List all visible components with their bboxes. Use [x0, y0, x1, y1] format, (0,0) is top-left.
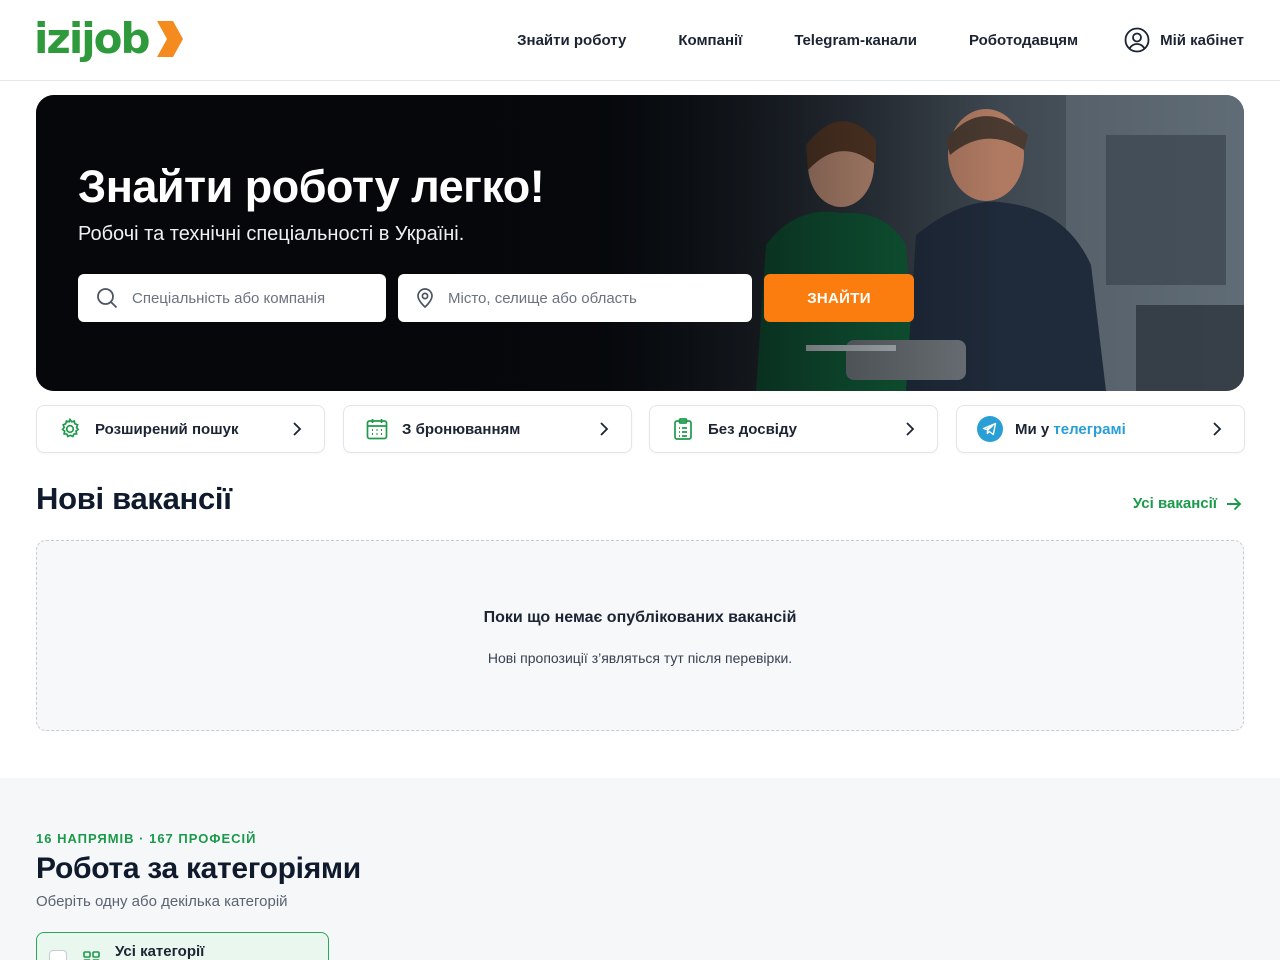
chevron-right-icon [600, 422, 609, 436]
find-button[interactable]: ЗНАЙТИ [764, 274, 914, 322]
telegram-icon [977, 416, 1003, 442]
nav-telegram-channels[interactable]: Telegram-канали [794, 32, 917, 49]
empty-state-title: Поки що немає опублікованих вакансій [483, 609, 797, 626]
nav-companies[interactable]: Компанії [678, 32, 742, 49]
user-circle-icon [1124, 27, 1150, 53]
quick-link-advanced-search[interactable]: Розширений пошук [36, 405, 325, 453]
quick-link-label: Без досвіду [708, 420, 798, 438]
logo[interactable]: izijob [34, 10, 185, 68]
location-search-input[interactable] [448, 289, 752, 307]
vacancies-empty-state: Поки що немає опублікованих вакансій Нов… [36, 540, 1244, 731]
logo-arrow-icon [156, 21, 183, 57]
telegram-label-highlight: телеграмі [1053, 420, 1126, 438]
quick-link-label: Розширений пошук [95, 420, 239, 438]
quick-link-label: З бронюванням [402, 420, 521, 438]
quick-link-label: Ми у телеграмі [1015, 421, 1126, 438]
grid-icon [83, 951, 100, 960]
search-icon [96, 287, 118, 309]
gear-icon [57, 416, 83, 442]
hero-banner: Знайти роботу легко! Робочі та технічні … [36, 95, 1244, 391]
telegram-label-prefix: Ми у [1015, 420, 1050, 438]
quick-link-telegram[interactable]: Ми у телеграмі [956, 405, 1245, 453]
specialty-search-input[interactable] [132, 289, 386, 307]
hero-subtitle: Робочі та технічні спеціальності в Украї… [78, 223, 465, 245]
site-header: izijob Знайти роботу Компанії Telegram-к… [0, 0, 1280, 81]
chevron-right-icon [906, 422, 915, 436]
nav-employers[interactable]: Роботодавцям [969, 32, 1078, 49]
categories-kicker: 16 НАПРЯМІВ · 167 ПРОФЕСІЙ [36, 831, 257, 846]
nav-find-job[interactable]: Знайти роботу [517, 32, 626, 49]
empty-state-subtitle: Нові пропозиції з’являться тут після пер… [487, 650, 793, 666]
quick-link-reservation[interactable]: З бронюванням [343, 405, 632, 453]
location-search-field[interactable] [398, 274, 752, 322]
categories-section: 16 НАПРЯМІВ · 167 ПРОФЕСІЙ Робота за кат… [0, 778, 1280, 960]
quick-link-no-experience[interactable]: Без досвіду [649, 405, 938, 453]
all-vacancies-label: Усі вакансії [1132, 495, 1217, 512]
map-pin-icon [416, 288, 434, 308]
calendar-icon [364, 416, 390, 442]
categories-title: Робота за категоріями [36, 852, 361, 885]
specialty-search-field[interactable] [78, 274, 386, 322]
chevron-right-icon [293, 422, 302, 436]
my-cabinet-link[interactable]: Мій кабінет [1124, 27, 1244, 53]
arrow-right-icon [1227, 497, 1242, 510]
logo-text: izijob [34, 14, 151, 63]
hero-title: Знайти роботу легко! [78, 161, 545, 212]
category-checkbox[interactable] [49, 950, 67, 960]
category-card-all[interactable]: Усі категорії [36, 932, 329, 960]
all-vacancies-link[interactable]: Усі вакансії [1133, 495, 1242, 512]
chevron-right-icon [1213, 422, 1222, 436]
new-vacancies-title: Нові вакансії [36, 481, 232, 516]
main-nav: Знайти роботу Компанії Telegram-канали Р… [517, 0, 1244, 80]
my-cabinet-label: Мій кабінет [1160, 31, 1244, 49]
categories-subtitle: Оберіть одну або декілька категорій [36, 893, 288, 910]
clipboard-icon [670, 416, 696, 442]
category-label: Усі категорії [115, 943, 205, 960]
